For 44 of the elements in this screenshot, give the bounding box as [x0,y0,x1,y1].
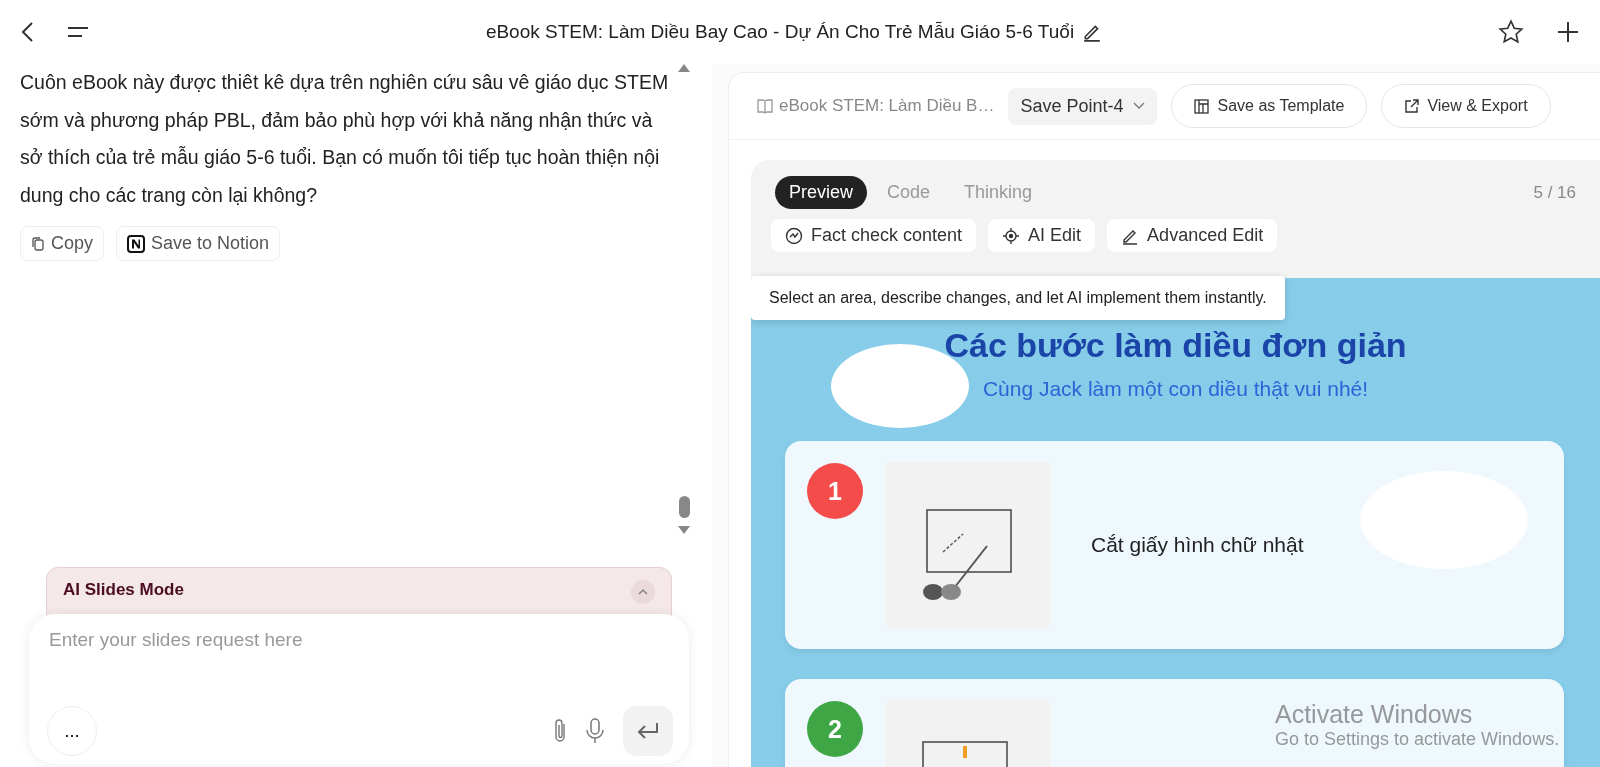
save-template-button[interactable]: Save as Template [1171,84,1368,128]
version-dropdown[interactable]: Save Point-4 [1008,87,1158,125]
chevron-down-icon [1133,102,1146,110]
scrollbar-thumb[interactable] [678,496,690,518]
target-icon [1002,226,1021,245]
copy-button[interactable]: Copy [20,226,105,261]
prompt-input[interactable]: Enter your slides request here [47,628,651,652]
document-name: eBook STEM: Làm Diều B… [757,96,995,116]
fact-check-button[interactable]: Fact check content [771,219,977,252]
enter-arrow-icon [636,722,660,740]
scroll-down-arrow-icon[interactable] [678,526,690,534]
save-to-notion-button[interactable]: Save to Notion [116,226,281,261]
plus-icon [1556,20,1580,44]
view-tab[interactable]: Preview [775,176,868,209]
book-icon [757,98,773,114]
more-button[interactable]: ... [47,706,97,756]
copy-icon [31,236,45,251]
advanced-edit-button[interactable]: Advanced Edit [1107,219,1278,252]
paperclip-icon[interactable] [553,718,567,744]
chevron-up-icon [638,589,648,595]
send-button[interactable] [623,706,673,756]
star-icon [1498,19,1524,45]
check-circle-icon [785,226,803,245]
external-link-icon [1404,98,1420,114]
ai-edit-button[interactable]: AI Edit [988,219,1096,252]
document-title: eBook STEM: Làm Diều Bay Cao - Dự Án Cho Trẻ Mẫu Giáo 5-6 Tuổi [485,21,1075,43]
microphone-icon[interactable] [585,718,605,744]
page-counter: 5 / 16 [1533,182,1576,203]
notion-logo-icon [127,234,146,253]
menu-icon [66,25,90,39]
layout-icon [1194,98,1210,114]
scroll-up-arrow-icon[interactable] [678,64,690,72]
assistant-message: Cuôn eBook này được thiêt kê dựa trên nghiên cứu sâu vê giáo dục STEM sớm và phương pháp PBL, đảm bảo phù hợp với khả năng nhận thức và sở thích của trẻ mẫu giáo 5-6 tuổi. Bạn có muốn tôi tiếp tục hoàn thiện nội dung cho các trang còn lại không? [20,70,670,208]
mode-title: AI Slides Mode [63,580,184,600]
slide-subheading: Cùng Jack làm một con diều thật vui nhé! [982,377,1369,401]
step-text: Cắt giấy hình chữ nhật [1091,533,1304,557]
export-button[interactable]: View & Export [1381,84,1551,128]
slide-heading: Các bước làm diều đơn giản [944,326,1407,365]
back-icon [20,21,34,43]
activation-text: Go to Settings to activate Windows. [1275,729,1560,750]
tooltip: Select an area, describe changes, and let AI implement them instantly. [751,276,1285,320]
step-number: 1 [807,463,863,519]
step-number: 2 [807,701,863,757]
activation-title: Activate Windows [1275,700,1474,729]
